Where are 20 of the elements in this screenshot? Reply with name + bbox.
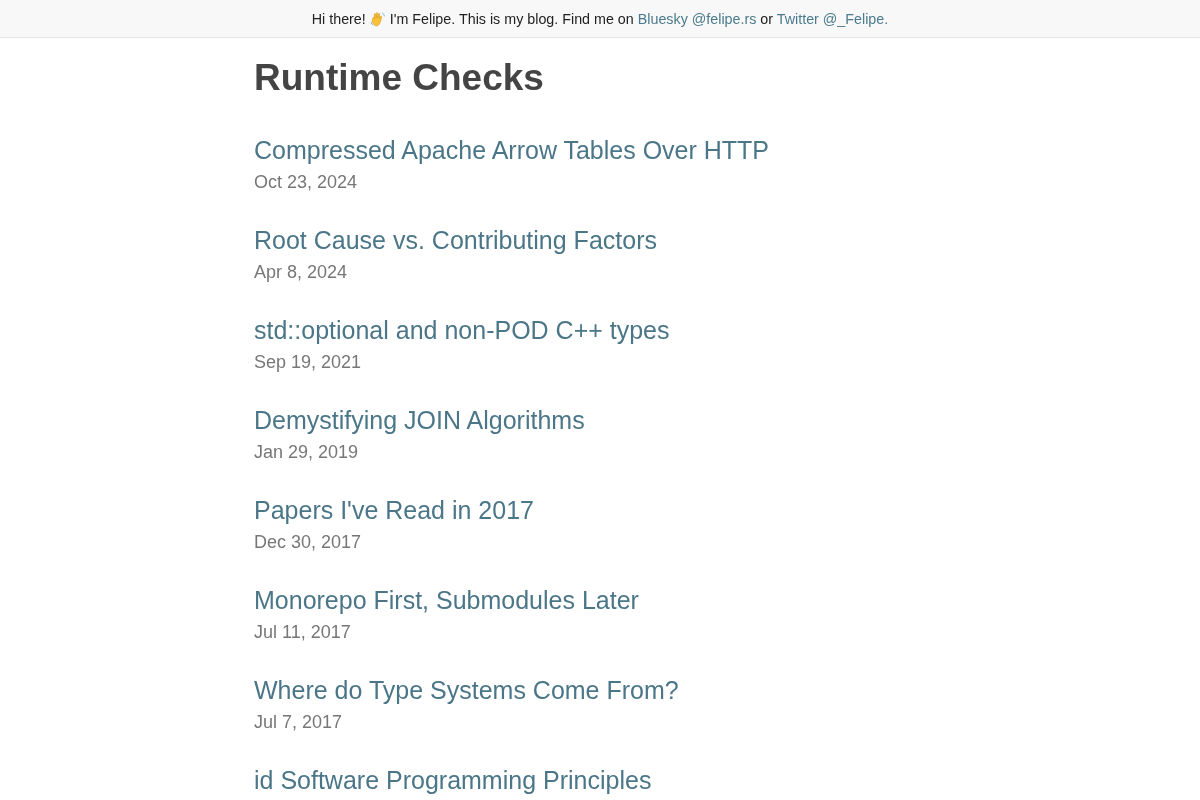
post-date: Sep 19, 2021: [254, 351, 362, 374]
post-date: Jul 11, 2017: [254, 621, 351, 644]
twitter-link[interactable]: Twitter @_Felipe.: [776, 10, 889, 27]
post-title-link[interactable]: Where do Type Systems Come From?: [254, 674, 679, 706]
intro-text: Hi there! I'm Felipe. This is my blog. Find me on Bluesky @felipe.rs or Twitter @_Felipe.: [311, 9, 889, 29]
post-date: Dec 30, 2017: [254, 531, 362, 554]
waving-hand-icon: [369, 10, 386, 27]
post-title-link[interactable]: Root Cause vs. Contributing Factors: [254, 224, 657, 256]
post-title-link[interactable]: Compressed Apache Arrow Tables Over HTTP: [254, 134, 770, 166]
post-title-link[interactable]: Papers I've Read in 2017: [254, 494, 534, 526]
bluesky-link[interactable]: Bluesky @felipe.rs: [637, 10, 757, 27]
post-title-link[interactable]: Demystifying JOIN Algorithms: [254, 404, 585, 436]
post-title-link[interactable]: Monorepo First, Submodules Later: [254, 584, 639, 616]
post-title-link[interactable]: std::optional and non-POD C++ types: [254, 314, 670, 346]
post-date: Apr 8, 2024: [254, 261, 348, 284]
post-date: Oct 23, 2024: [254, 171, 358, 194]
post-date: Jan 29, 2019: [254, 441, 359, 464]
post-date: Jul 7, 2017: [254, 711, 343, 734]
page-heading: Runtime Checks: [254, 56, 544, 100]
post-title-link[interactable]: id Software Programming Principles: [254, 764, 652, 796]
